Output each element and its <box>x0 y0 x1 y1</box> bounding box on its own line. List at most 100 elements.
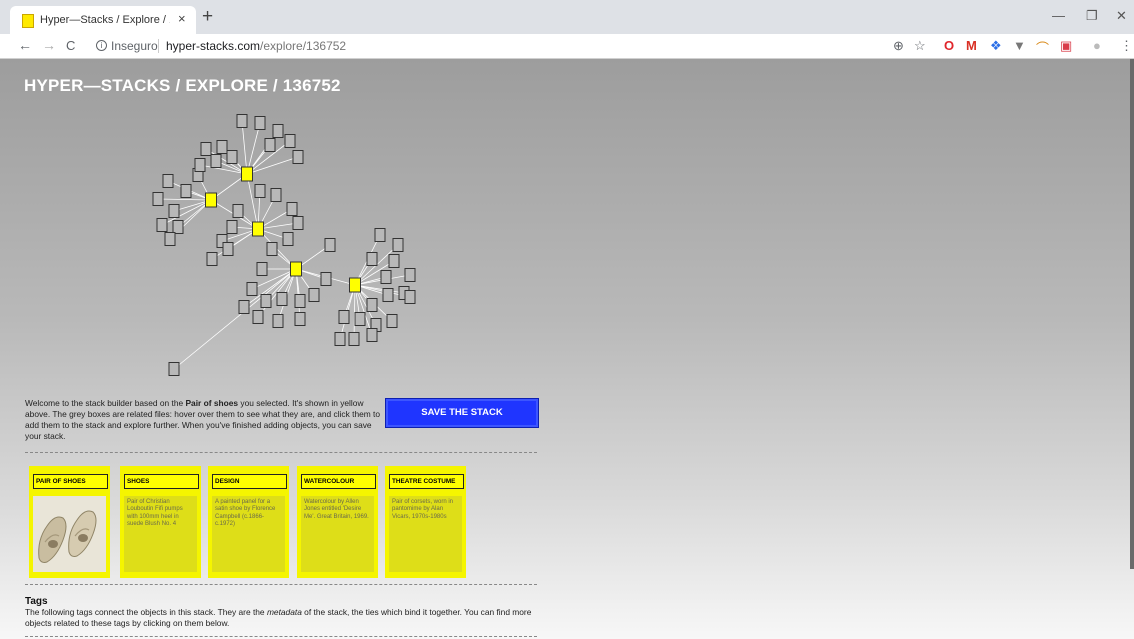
graph-edge <box>241 120 248 175</box>
related-object-node[interactable] <box>246 282 258 296</box>
related-object-node[interactable] <box>380 270 392 284</box>
url-field[interactable]: hyper-stacks.com/explore/136752 <box>166 39 346 53</box>
related-object-node[interactable] <box>210 154 222 168</box>
related-object-node[interactable] <box>404 268 416 282</box>
stack-object-node[interactable] <box>349 277 361 293</box>
pocket-icon[interactable]: ▣ <box>1060 38 1072 54</box>
related-object-node[interactable] <box>382 288 394 302</box>
related-object-node[interactable] <box>254 116 266 130</box>
related-object-node[interactable] <box>324 238 336 252</box>
related-object-node[interactable] <box>194 158 206 172</box>
related-object-node[interactable] <box>392 238 404 252</box>
save-stack-button[interactable]: SAVE THE STACK <box>385 398 539 428</box>
related-object-node[interactable] <box>254 184 266 198</box>
related-object-node[interactable] <box>272 314 284 328</box>
shoe-image <box>33 496 106 572</box>
related-object-node[interactable] <box>284 134 296 148</box>
related-object-node[interactable] <box>388 254 400 268</box>
address-bar: ← → C i Inseguro hyper-stacks.com/explor… <box>0 34 1134 59</box>
vimeo-icon[interactable]: ▼ <box>1013 38 1026 53</box>
related-object-node[interactable] <box>276 292 288 306</box>
related-object-node[interactable] <box>162 174 174 188</box>
related-object-node[interactable] <box>206 252 218 266</box>
related-object-node[interactable] <box>256 262 268 276</box>
tags-pre: The following tags connect the objects i… <box>25 607 267 617</box>
related-object-node[interactable] <box>348 332 360 346</box>
tab-bar: Hyper—Stacks / Explore / 13675… × + — ❐ … <box>0 0 1134 34</box>
related-object-node[interactable] <box>374 228 386 242</box>
divider <box>25 452 537 453</box>
related-object-node[interactable] <box>226 150 238 164</box>
related-object-node[interactable] <box>366 328 378 342</box>
related-object-node[interactable] <box>266 242 278 256</box>
related-object-node[interactable] <box>172 220 184 234</box>
related-object-node[interactable] <box>292 216 304 230</box>
related-object-node[interactable] <box>366 252 378 266</box>
related-object-node[interactable] <box>216 140 228 154</box>
related-object-node[interactable] <box>270 188 282 202</box>
new-tab-button[interactable]: + <box>202 6 213 28</box>
stack-card[interactable]: SHOES Pair of Christian Louboutin Fifi p… <box>120 466 201 578</box>
related-object-node[interactable] <box>236 114 248 128</box>
related-object-node[interactable] <box>238 300 250 314</box>
stack-object-node[interactable] <box>205 192 217 208</box>
stack-card[interactable]: WATERCOLOUR Watercolour by Allen Jones e… <box>297 466 378 578</box>
related-object-node[interactable] <box>294 312 306 326</box>
related-object-node[interactable] <box>252 310 264 324</box>
menu-icon[interactable]: ⋮ <box>1120 38 1133 54</box>
related-object-node[interactable] <box>320 272 332 286</box>
related-object-node[interactable] <box>200 142 212 156</box>
restore-button[interactable]: ❐ <box>1086 8 1098 24</box>
related-object-node[interactable] <box>286 202 298 216</box>
related-object-node[interactable] <box>334 332 346 346</box>
related-object-node[interactable] <box>404 290 416 304</box>
related-object-node[interactable] <box>264 138 276 152</box>
extension-icon[interactable]: ⌒ <box>1036 38 1049 57</box>
related-object-node[interactable] <box>292 150 304 164</box>
card-description: Watercolour by Allen Jones entitled 'Des… <box>301 496 374 572</box>
info-icon[interactable]: i <box>96 40 107 51</box>
close-window-button[interactable]: ✕ <box>1116 8 1127 24</box>
related-object-node[interactable] <box>168 204 180 218</box>
stack-object-node[interactable] <box>241 166 253 182</box>
related-object-node[interactable] <box>338 310 350 324</box>
related-object-node[interactable] <box>386 314 398 328</box>
reload-button[interactable]: C <box>66 38 75 53</box>
related-object-node[interactable] <box>232 204 244 218</box>
related-object-node[interactable] <box>272 124 284 138</box>
browser-tab[interactable]: Hyper—Stacks / Explore / 13675… × <box>10 6 196 34</box>
related-object-node[interactable] <box>226 220 238 234</box>
stack-object-node[interactable] <box>252 221 264 237</box>
security-label[interactable]: Inseguro <box>111 39 158 53</box>
related-object-node[interactable] <box>180 184 192 198</box>
tab-close-icon[interactable]: × <box>178 11 186 26</box>
forward-button[interactable]: → <box>42 37 56 53</box>
dropbox-icon[interactable]: ❖ <box>990 38 1002 54</box>
zoom-icon[interactable]: ⊕ <box>893 38 904 54</box>
back-button[interactable]: ← <box>18 37 32 53</box>
favicon-icon <box>22 14 34 28</box>
scrollbar[interactable] <box>1130 59 1134 569</box>
related-object-node[interactable] <box>308 288 320 302</box>
related-object-node[interactable] <box>260 294 272 308</box>
profile-icon[interactable]: ● <box>1093 38 1101 53</box>
minimize-button[interactable]: — <box>1052 8 1065 23</box>
related-object-node[interactable] <box>222 242 234 256</box>
related-object-node[interactable] <box>294 294 306 308</box>
related-object-node[interactable] <box>152 192 164 206</box>
related-object-node[interactable] <box>168 362 180 376</box>
stack-object-node[interactable] <box>290 261 302 277</box>
stack-card[interactable]: PAIR OF SHOES <box>29 466 110 578</box>
related-object-node[interactable] <box>164 232 176 246</box>
opera-icon[interactable]: O <box>944 38 954 53</box>
related-object-node[interactable] <box>156 218 168 232</box>
related-object-node[interactable] <box>354 312 366 326</box>
stack-card[interactable]: DESIGN A painted panel for a satin shoe … <box>208 466 289 578</box>
divider <box>25 584 537 585</box>
related-object-node[interactable] <box>282 232 294 246</box>
star-icon[interactable]: ☆ <box>914 38 926 54</box>
gmail-icon[interactable]: M <box>966 38 977 53</box>
url-host: hyper-stacks.com <box>166 39 261 53</box>
stack-card[interactable]: THEATRE COSTUME Pair of corsets, worn in… <box>385 466 466 578</box>
related-object-node[interactable] <box>366 298 378 312</box>
